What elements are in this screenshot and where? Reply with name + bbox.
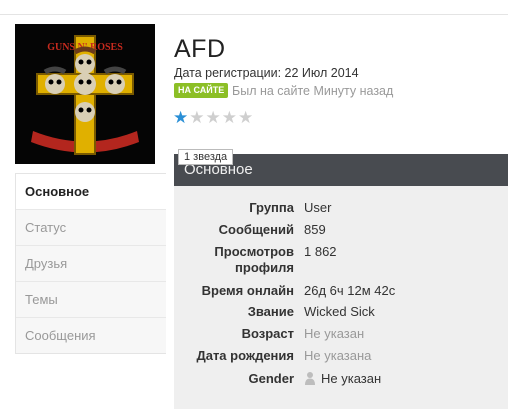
sidebar-item-topics[interactable]: Темы [16, 282, 166, 318]
star-icon-4[interactable]: ★ [222, 109, 237, 127]
info-value: 859 [304, 222, 326, 237]
sidebar-item-main[interactable]: Основное [16, 174, 166, 210]
registration-date: Дата регистрации: 22 Июл 2014 [174, 66, 359, 80]
online-badge: НА САЙТЕ [174, 83, 229, 98]
info-label: Сообщений [218, 222, 294, 237]
info-panel: Группа User Сообщений 859 Просмотров проф… [174, 186, 508, 409]
info-label: Звание [247, 304, 294, 319]
info-label: Время онлайн [201, 283, 294, 298]
star-icon-1[interactable]: ★ [173, 109, 188, 127]
star-icon-2[interactable]: ★ [189, 109, 204, 127]
gender-value-wrap: Не указан [304, 371, 381, 387]
guns-n-roses-cross-logo: GUNS N' ROSES [15, 24, 155, 164]
last-seen: Был на сайте Минуту назад [232, 84, 394, 98]
info-label: Просмотров профиля [214, 244, 294, 275]
info-value: Не указан [304, 326, 365, 341]
info-label: Группа [249, 200, 294, 215]
sidebar-item-friends[interactable]: Друзья [16, 246, 166, 282]
info-label: Возраст [241, 326, 294, 341]
info-value: Wicked Sick [304, 304, 375, 319]
info-value: User [304, 200, 332, 215]
info-value: 26д 6ч 12м 42с [304, 283, 396, 298]
star-icon-3[interactable]: ★ [206, 109, 221, 127]
info-label: Дата рождения [196, 348, 294, 363]
sidebar-item-status[interactable]: Статус [16, 210, 166, 246]
rating-stars[interactable]: ★ ★ ★ ★ ★ [173, 109, 253, 127]
info-value: 1 862 [304, 244, 337, 259]
rating-tooltip: 1 звезда [178, 149, 234, 165]
sidebar-item-messages[interactable]: Сообщения [16, 318, 166, 353]
star-icon-5[interactable]: ★ [238, 109, 253, 127]
profile-sidebar: Основное Статус Друзья Темы Сообщения [15, 173, 166, 354]
info-value: Не указана [304, 348, 372, 363]
top-divider [0, 14, 508, 15]
info-label: Gender [248, 371, 294, 386]
info-value: Не указан [321, 371, 382, 386]
person-icon [305, 372, 315, 385]
avatar[interactable]: GUNS N' ROSES [15, 24, 155, 164]
profile-name: AFD [174, 35, 226, 63]
